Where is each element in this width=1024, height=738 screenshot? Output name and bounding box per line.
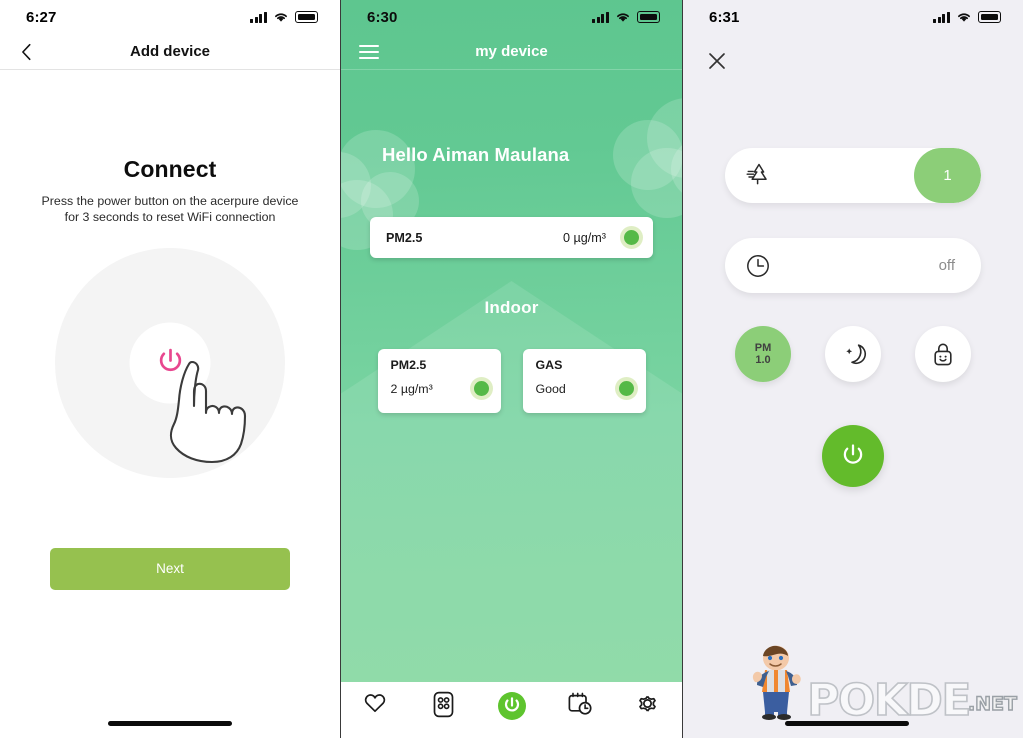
clock-icon xyxy=(725,253,791,279)
pine-tree-wind-icon xyxy=(725,161,791,191)
card-value: 2 µg/m³ xyxy=(390,381,433,396)
connect-body: Connect Press the power button on the ac… xyxy=(0,70,340,590)
hero-wedge-shape xyxy=(341,281,682,682)
battery-icon xyxy=(295,11,318,23)
status-bar-1: 6:27 xyxy=(0,0,340,34)
three-phone-screenshots: 6:27 Add device Connect Press the power … xyxy=(0,0,1024,738)
hamburger-menu-icon[interactable] xyxy=(359,44,379,59)
green-status-dot xyxy=(624,230,639,245)
status-bar-2: 6:30 xyxy=(341,0,682,34)
remote-control-icon xyxy=(433,691,454,718)
power-icon xyxy=(843,444,863,464)
tab-favorites[interactable] xyxy=(341,691,409,715)
tab-power[interactable] xyxy=(477,691,545,721)
cellular-bars-icon xyxy=(592,11,609,23)
tab-remote[interactable] xyxy=(409,691,477,718)
status-icons xyxy=(592,11,660,23)
tab-settings[interactable] xyxy=(614,691,682,716)
section-title-indoor: Indoor xyxy=(484,298,539,317)
status-time: 6:31 xyxy=(709,8,740,26)
pm-label-line1: PM xyxy=(754,342,772,354)
timer-control[interactable]: off xyxy=(725,238,981,293)
hero-gradient-background xyxy=(341,0,682,682)
status-time: 6:27 xyxy=(26,8,57,26)
greeting-text: Hello Aiman Maulana xyxy=(382,144,570,165)
wifi-icon xyxy=(958,13,970,22)
page-title: Add device xyxy=(129,43,211,60)
status-icons xyxy=(250,11,318,23)
pm-label: PM 1.0 xyxy=(755,342,772,366)
mode-button-child-lock[interactable] xyxy=(915,326,971,382)
card-value: Good xyxy=(535,381,566,396)
card-label: GAS xyxy=(535,358,563,372)
bottom-tab-bar xyxy=(341,682,682,738)
device-power-illustration xyxy=(55,247,285,478)
calendar-clock-icon xyxy=(568,692,592,715)
mode-buttons: PM 1.0 xyxy=(683,326,1023,382)
indoor-pm25-card[interactable]: PM2.5 2 µg/m³ xyxy=(377,349,501,413)
indoor-cards: PM2.5 2 µg/m³ GAS Good xyxy=(377,349,646,413)
outdoor-pm25-card[interactable]: PM2.5 0 µg/m³ xyxy=(370,217,653,258)
card-label: PM2.5 xyxy=(386,230,423,245)
mode-button-pm1[interactable]: PM 1.0 xyxy=(735,326,791,382)
back-chevron-icon[interactable] xyxy=(16,41,38,63)
nav-bar-2: my device xyxy=(341,34,682,70)
status-time: 6:30 xyxy=(367,8,398,26)
screen-add-device: 6:27 Add device Connect Press the power … xyxy=(0,0,341,738)
page-title: my device xyxy=(475,43,548,60)
main-power-button[interactable] xyxy=(822,425,884,487)
fan-speed-value: 1 xyxy=(914,148,981,203)
battery-icon xyxy=(978,11,1001,23)
close-x-icon[interactable] xyxy=(705,49,729,73)
pm-label-line2: 1.0 xyxy=(755,354,771,366)
pokde-watermark: POKDE .NET xyxy=(745,644,1018,726)
gear-icon xyxy=(639,695,657,712)
power-icon xyxy=(497,692,526,720)
next-button[interactable]: Next xyxy=(50,547,290,590)
green-status-dot xyxy=(473,381,489,396)
mode-button-night[interactable] xyxy=(825,326,881,382)
pokde-mascot-icon xyxy=(752,645,801,720)
wifi-icon xyxy=(617,13,629,22)
heart-icon xyxy=(364,694,386,713)
moon-star-icon xyxy=(846,344,867,365)
timer-value: off xyxy=(938,257,955,274)
card-label: PM2.5 xyxy=(390,358,427,372)
watermark-suffix: .NET xyxy=(967,692,1017,715)
cellular-bars-icon xyxy=(250,11,267,23)
home-indicator xyxy=(108,721,232,726)
nav-bar-1: Add device xyxy=(0,34,340,70)
screen-my-device: 6:30 my device Hello Aiman Maulana PM2.5… xyxy=(341,0,683,738)
battery-icon xyxy=(637,11,660,23)
fan-speed-control[interactable]: 1 xyxy=(725,148,981,203)
wifi-icon xyxy=(275,13,287,22)
connect-heading: Connect xyxy=(123,156,217,182)
card-value: 0 µg/m³ xyxy=(563,230,606,245)
pointing-hand-icon xyxy=(169,360,247,463)
status-bar-3: 6:31 xyxy=(683,0,1023,34)
lock-smile-icon xyxy=(934,343,952,366)
home-indicator xyxy=(785,721,909,726)
status-icons xyxy=(933,11,1001,23)
connect-instructions: Press the power button on the acerpure d… xyxy=(41,194,299,225)
indoor-gas-card[interactable]: GAS Good xyxy=(522,349,646,413)
cellular-bars-icon xyxy=(933,11,950,23)
tab-schedule[interactable] xyxy=(546,691,614,717)
green-status-dot xyxy=(618,381,634,396)
watermark-brand: POKDE xyxy=(806,675,972,726)
screen-device-controls: 6:31 1 off PM 1.0 POKDE .NET xyxy=(683,0,1023,738)
